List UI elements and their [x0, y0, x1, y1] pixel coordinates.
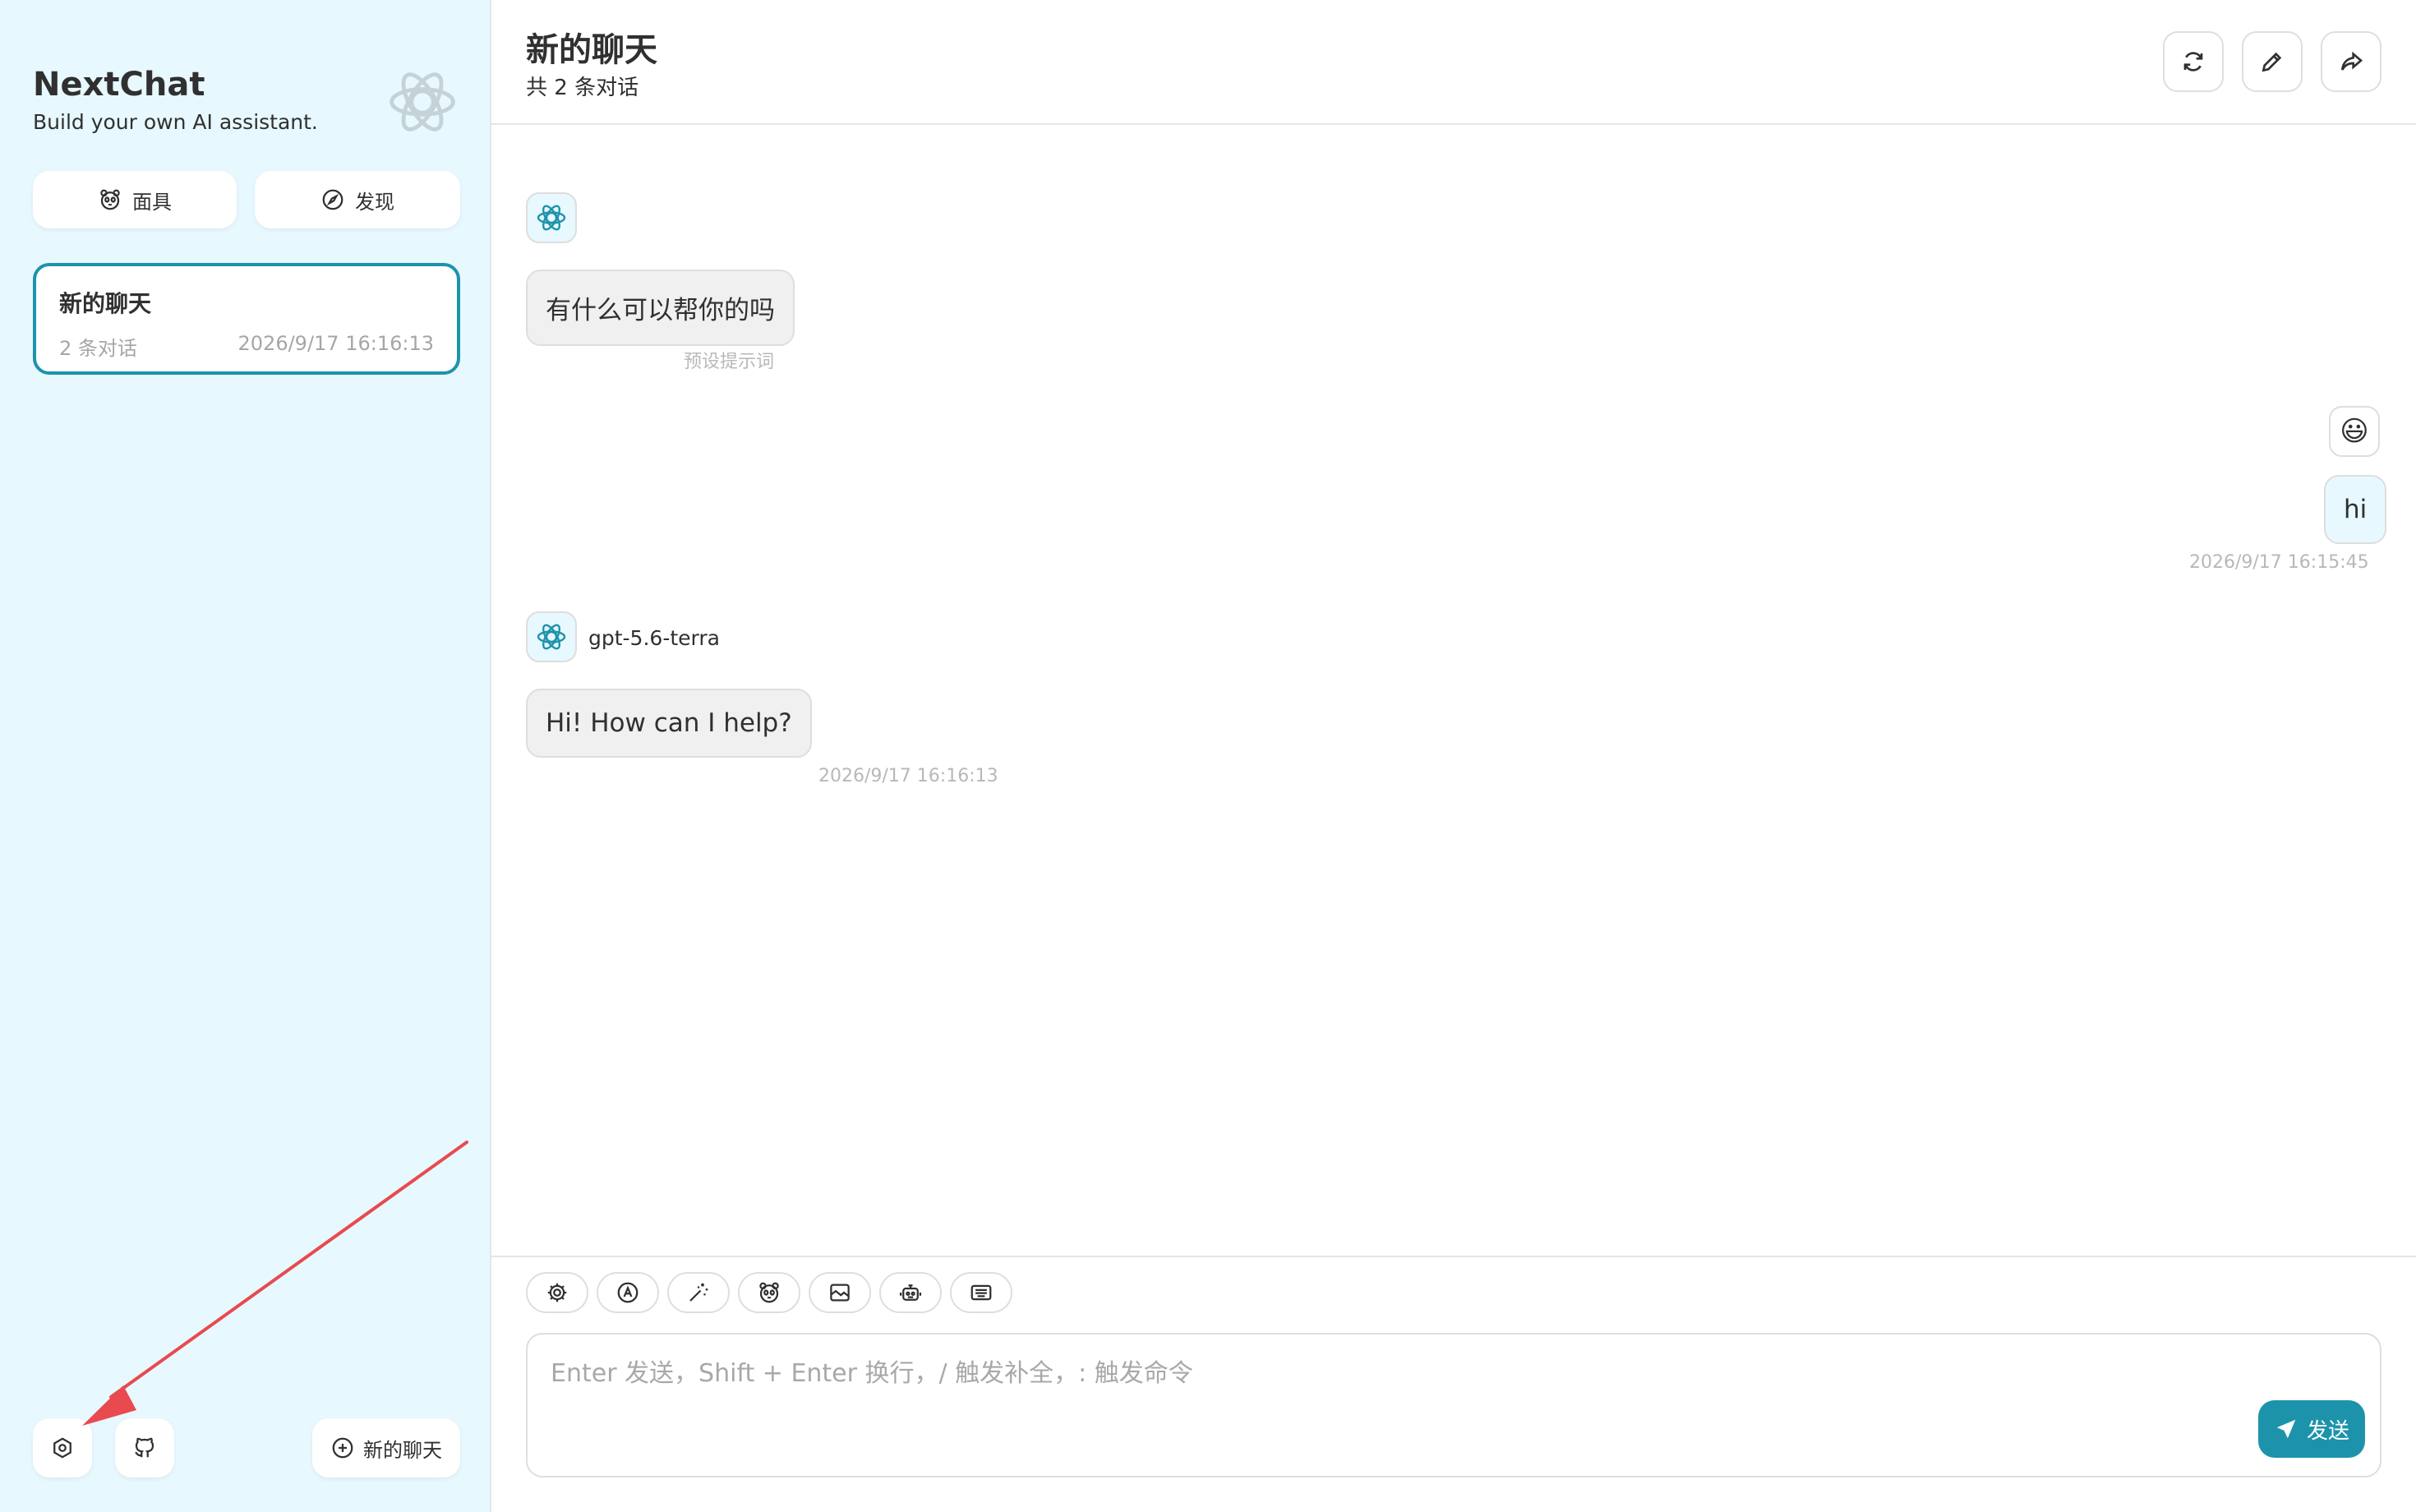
robot-icon [900, 1284, 921, 1301]
model-select-tool[interactable] [597, 1272, 659, 1313]
chat-settings-tool[interactable] [526, 1272, 588, 1313]
message-meta: 预设提示词 [684, 352, 775, 372]
chat-item-count: 2 条对话 [59, 337, 137, 360]
app-subtitle: Build your own AI assistant. [33, 110, 318, 134]
github-icon [135, 1437, 154, 1458]
bot-message-bubble[interactable]: 有什么可以帮你的吗 [526, 270, 795, 346]
app-title: NextChat [33, 66, 205, 104]
smiley-emoji-icon: 😃 [2340, 415, 2369, 448]
share-button[interactable] [2321, 31, 2381, 92]
gear-icon [547, 1283, 567, 1302]
panda-mask-icon [100, 189, 120, 210]
mask-button-label: 面具 [132, 190, 172, 214]
page-subtitle: 共 2 条对话 [526, 76, 639, 100]
new-chat-button-label: 新的聊天 [363, 1438, 442, 1462]
chat-header: 新的聊天 共 2 条对话 [491, 0, 2416, 125]
panda-mask-icon [759, 1282, 779, 1303]
image-tool[interactable] [809, 1272, 871, 1313]
refresh-button[interactable] [2163, 31, 2224, 92]
send-button[interactable]: 发送 [2258, 1400, 2365, 1458]
chat-input[interactable] [528, 1335, 2380, 1476]
shortcut-tool[interactable] [950, 1272, 1012, 1313]
openai-logo-icon [537, 205, 566, 231]
openai-logo-icon [390, 72, 455, 131]
send-button-label: 发送 [2306, 1418, 2349, 1444]
refresh-icon [2183, 52, 2203, 71]
edit-button[interactable] [2242, 31, 2303, 92]
chat-item-title: 新的聊天 [59, 290, 152, 317]
magic-wand-icon [689, 1283, 708, 1302]
robot-model-icon [617, 1282, 639, 1303]
discover-button[interactable]: 发现 [255, 171, 460, 228]
image-icon [830, 1284, 850, 1302]
bot-avatar [526, 192, 577, 243]
github-button[interactable] [115, 1418, 174, 1477]
gear-icon [53, 1437, 71, 1459]
prompt-tool[interactable] [667, 1272, 730, 1313]
sidebar: NextChat Build your own AI assistant. 面具… [0, 0, 491, 1512]
mask-tool[interactable] [738, 1272, 800, 1313]
message-time: 2026/9/17 16:16:13 [818, 766, 998, 786]
discover-button-label: 发现 [355, 190, 394, 214]
robot-tool[interactable] [879, 1272, 942, 1313]
new-chat-button[interactable]: 新的聊天 [312, 1418, 460, 1477]
keyboard-icon [971, 1284, 992, 1301]
message-time: 2026/9/17 16:15:45 [2189, 552, 2369, 573]
bot-avatar [526, 611, 577, 662]
share-icon [2341, 51, 2363, 71]
chat-main: 新的聊天 共 2 条对话 有什么可以帮你的吗 预设提示词 😃 hi 2026/9… [491, 0, 2416, 1512]
plus-circle-icon [332, 1437, 353, 1459]
openai-logo-icon [537, 624, 566, 650]
bot-message-bubble[interactable]: Hi! How can I help? [526, 689, 812, 758]
mask-button[interactable]: 面具 [33, 171, 237, 228]
page-title[interactable]: 新的聊天 [526, 23, 657, 71]
user-avatar: 😃 [2329, 406, 2380, 457]
chat-list-item[interactable]: 新的聊天 2 条对话 2026/9/17 16:16:13 [33, 263, 460, 375]
send-plane-icon [2276, 1419, 2296, 1439]
compass-icon [322, 189, 343, 210]
chat-item-time: 2026/9/17 16:16:13 [237, 332, 434, 355]
settings-button[interactable] [33, 1418, 92, 1477]
model-name: gpt-5.6-terra [588, 626, 720, 650]
user-message-bubble[interactable]: hi [2324, 475, 2387, 544]
chat-input-box: 发送 [526, 1333, 2381, 1477]
pencil-icon [2262, 52, 2282, 72]
